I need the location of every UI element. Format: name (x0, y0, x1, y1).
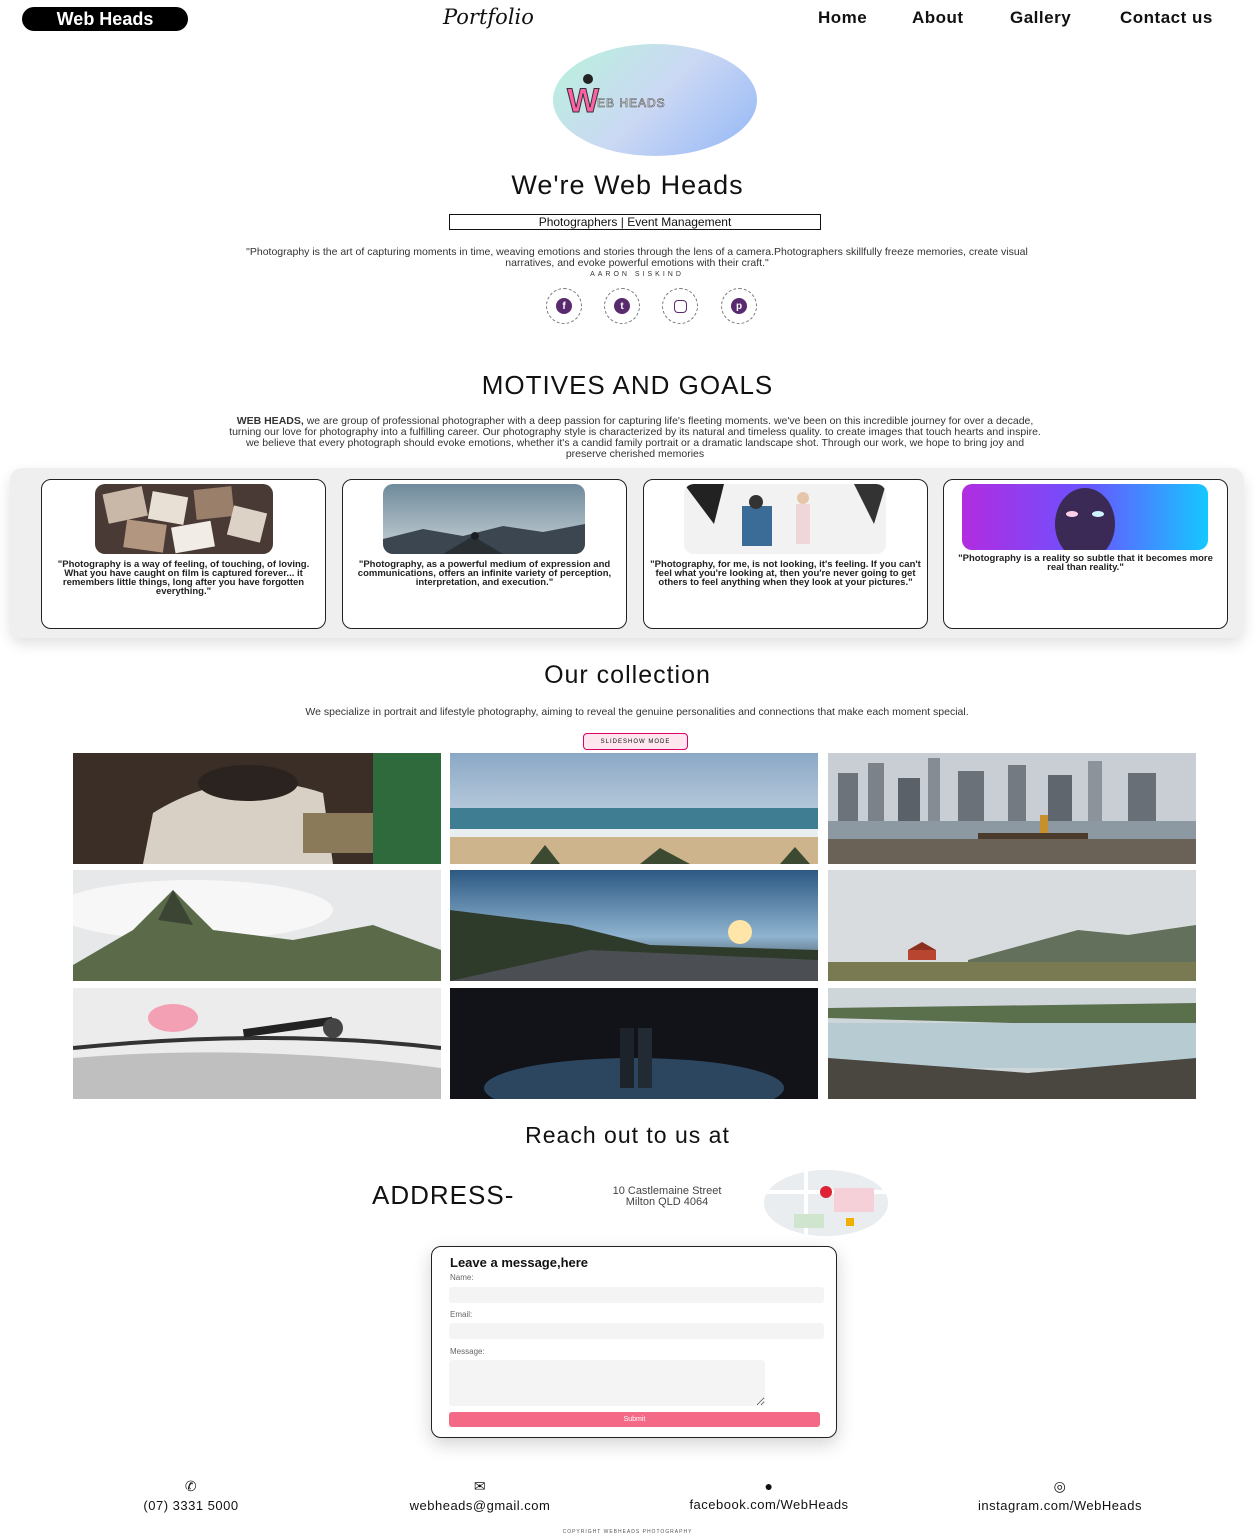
hero-quote: "Photography is the art of capturing mom… (237, 247, 1037, 280)
card-quote-text: "Photography is a reality so subtle that… (958, 553, 1213, 573)
email-label: Email: (450, 1310, 473, 1319)
card-quote-text: "Photography, as a powerful medium of ex… (357, 559, 612, 588)
name-field[interactable] (449, 1287, 824, 1303)
card-image-neon-portrait (962, 484, 1208, 550)
contact-instagram[interactable]: ◎ instagram.com/WebHeads (930, 1478, 1190, 1513)
pinterest-icon: p (731, 298, 747, 314)
contact-email[interactable]: ✉ webheads@gmail.com (368, 1478, 592, 1513)
quote-card-1: "Photography is a way of feeling, of tou… (41, 479, 326, 629)
address-text: 10 Castlemaine Street Milton QLD 4064 (582, 1186, 752, 1208)
gallery-photo-4[interactable] (73, 870, 441, 981)
portfolio-script-title: Portfolio (443, 5, 534, 29)
nav-gallery[interactable]: Gallery (1010, 8, 1071, 28)
instagram-button[interactable] (662, 288, 698, 324)
facebook-button[interactable]: f (546, 288, 582, 324)
card-quote-text: "Photography, for me, is not looking, it… (650, 559, 921, 588)
phone-icon: ✆ (184, 1478, 198, 1494)
gallery-photo-9[interactable] (828, 988, 1196, 1099)
hero-heading: We're Web Heads (511, 170, 744, 200)
brand-logo[interactable]: Web Heads (22, 7, 188, 31)
quote-card-2: "Photography, as a powerful medium of ex… (342, 479, 627, 629)
gallery-photo-7[interactable] (73, 988, 441, 1099)
card-image-polaroids (95, 484, 273, 554)
pinterest-button[interactable]: p (721, 288, 757, 324)
gallery-photo-5[interactable] (450, 870, 818, 981)
instagram-link: instagram.com/WebHeads (978, 1498, 1142, 1513)
logo-w: W (566, 82, 600, 121)
logo-wordmark: EB HEADS (597, 96, 666, 111)
name-label: Name: (450, 1273, 474, 1282)
facebook-icon: ● (764, 1478, 774, 1494)
message-label: Message: (450, 1347, 485, 1356)
copyright-text: COPYRIGHT WEBHEADS PHOTOGRAPHY (562, 1529, 693, 1535)
reach-heading: Reach out to us at (525, 1122, 730, 1148)
twitter-button[interactable]: t (604, 288, 640, 324)
facebook-icon: f (556, 298, 572, 314)
submit-button[interactable]: Submit (449, 1412, 820, 1427)
web-heads-logo: W EB HEADS (553, 44, 757, 156)
quote-card-3: "Photography, for me, is not looking, it… (643, 479, 928, 629)
gallery-photo-6[interactable] (828, 870, 1196, 981)
nav-contact-us[interactable]: Contact us (1120, 8, 1213, 28)
slideshow-mode-button[interactable]: SLIDESHOW MODE (583, 733, 688, 750)
nav-home[interactable]: Home (818, 8, 867, 28)
instagram-icon (673, 299, 687, 313)
motives-heading: MOTIVES AND GOALS (481, 370, 774, 400)
location-map[interactable] (764, 1170, 888, 1236)
email-field[interactable] (449, 1323, 824, 1339)
email-address: webheads@gmail.com (409, 1498, 551, 1513)
twitter-icon: t (614, 298, 630, 314)
address-line-2: Milton QLD 4064 (625, 1196, 709, 1208)
gallery-photo-8[interactable] (450, 988, 818, 1099)
card-image-mountain (383, 484, 585, 554)
quote-card-4: "Photography is a reality so subtle that… (943, 479, 1228, 629)
phone-number: (07) 3331 5000 (143, 1498, 239, 1513)
collection-heading: Our collection (544, 661, 711, 689)
hero-quote-author: AARON SISKIND (590, 271, 684, 278)
motives-body: we are group of professional photographe… (229, 415, 1041, 460)
motives-paragraph: WEB HEADS, we are group of professional … (225, 416, 1045, 460)
hero-quote-text: "Photography is the art of capturing mom… (246, 246, 1028, 269)
card-quote-text: "Photography is a way of feeling, of tou… (57, 559, 310, 597)
contact-phone[interactable]: ✆ (07) 3331 5000 (120, 1478, 262, 1513)
hero-tagline: Photographers | Event Management (449, 214, 821, 230)
facebook-link: facebook.com/WebHeads (689, 1497, 849, 1512)
nav-about[interactable]: About (912, 8, 964, 28)
message-field[interactable] (449, 1360, 765, 1406)
form-title: Leave a message,here (450, 1255, 589, 1270)
address-label: ADDRESS- (372, 1180, 515, 1210)
gallery-photo-3[interactable] (828, 753, 1196, 864)
envelope-icon: ✉ (473, 1478, 487, 1494)
gallery-photo-2[interactable] (450, 753, 818, 864)
gallery-photo-1[interactable] (73, 753, 441, 864)
message-form: Leave a message,here Name: Email: Messag… (431, 1246, 837, 1438)
contact-facebook[interactable]: ● facebook.com/WebHeads (644, 1478, 894, 1512)
card-image-studio (684, 484, 886, 554)
instagram-icon: ◎ (1053, 1478, 1067, 1494)
collection-text: We specialize in portrait and lifestyle … (305, 706, 969, 718)
